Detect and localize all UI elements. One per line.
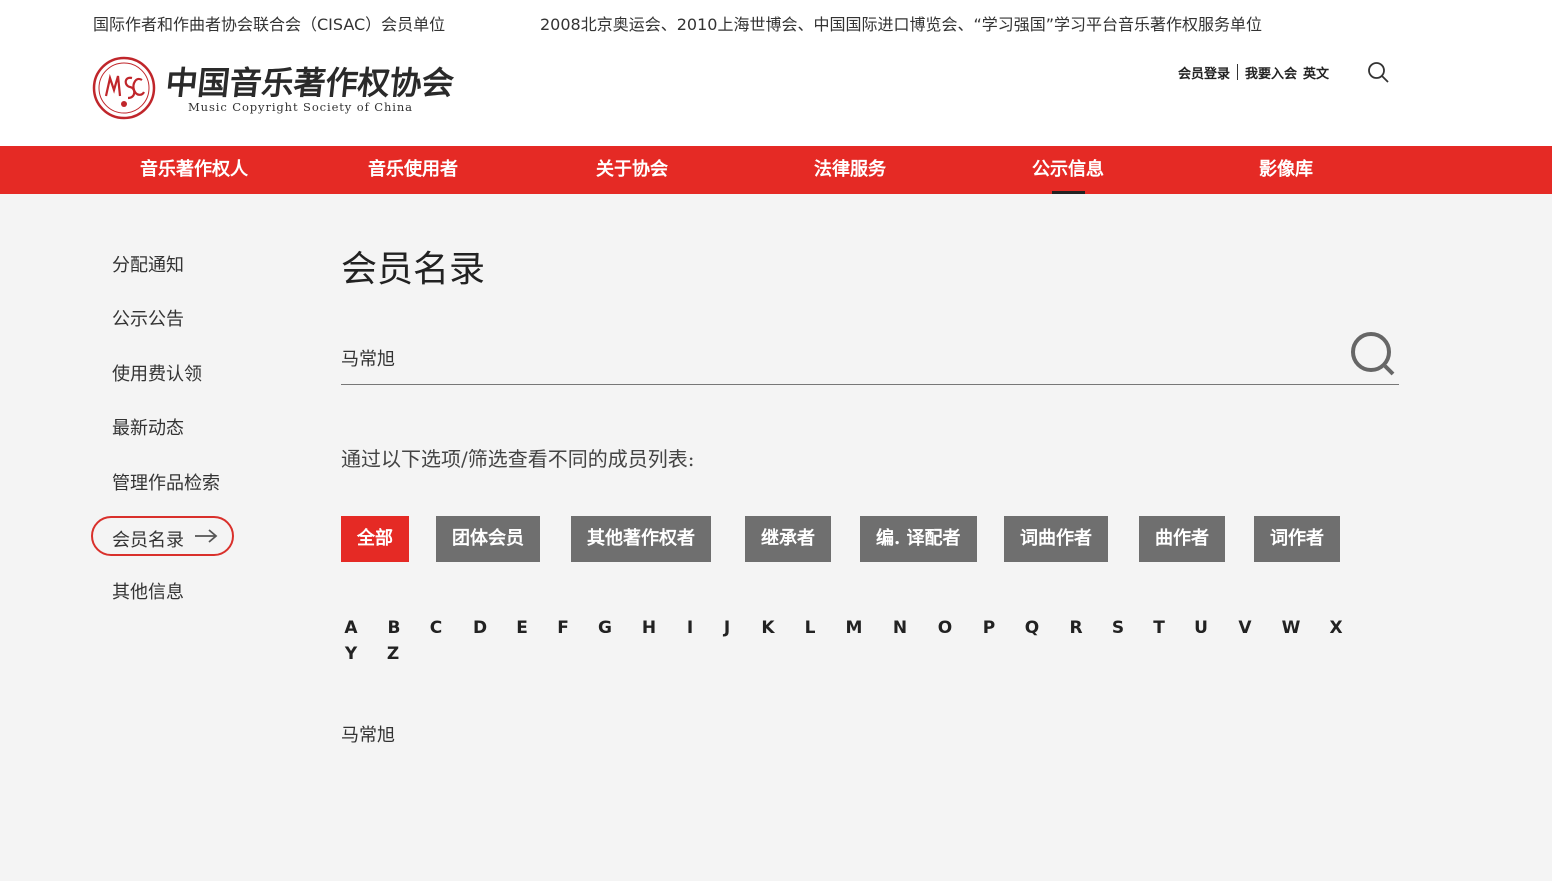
sidebar-item-member-directory[interactable]: 会员名录 — [91, 516, 234, 556]
letter-filter-c[interactable]: C — [424, 618, 448, 638]
letter-filter-a[interactable]: A — [339, 618, 363, 638]
nav-item-copyright-owners[interactable]: 音乐著作权人 — [140, 146, 248, 194]
join-link[interactable]: 我要入会 — [1245, 63, 1297, 82]
sidebar-item-label: 会员名录 — [112, 530, 184, 551]
filter-group-members-button[interactable]: 团体会员 — [436, 516, 540, 562]
filter-other-rights-holders-button[interactable]: 其他著作权者 — [571, 516, 711, 562]
member-search-bar — [341, 330, 1399, 385]
filter-hint: 通过以下选项/筛选查看不同的成员列表: — [341, 447, 695, 471]
sidebar-item-latest-news[interactable]: 最新动态 — [112, 414, 184, 440]
letter-filter-l[interactable]: L — [798, 618, 822, 638]
search-icon[interactable] — [1366, 60, 1390, 84]
letter-filter-d[interactable]: D — [468, 618, 492, 638]
filter-songwriters-button[interactable]: 词曲作者 — [1004, 516, 1108, 562]
letter-filter-j[interactable]: J — [715, 618, 739, 638]
letter-filter-k[interactable]: K — [756, 618, 780, 638]
sidebar-item-distribution-notice[interactable]: 分配通知 — [112, 251, 184, 277]
letter-filter-i[interactable]: I — [678, 618, 702, 638]
nav-item-about[interactable]: 关于协会 — [596, 146, 668, 194]
letter-filter-g[interactable]: G — [593, 618, 617, 638]
letter-filter-x[interactable]: X — [1324, 618, 1348, 638]
logo-english-name: Music Copyright Society of China — [188, 100, 413, 114]
site-header: 国际作者和作曲者协会联合会（CISAC）会员单位 2008北京奥运会、2010上… — [0, 0, 1552, 146]
header-tagline-left: 国际作者和作曲者协会联合会（CISAC）会员单位 — [93, 15, 446, 34]
member-result-item[interactable]: 马常旭 — [341, 721, 395, 747]
arrow-right-icon — [195, 529, 218, 543]
letter-filter-o[interactable]: O — [933, 618, 957, 638]
letter-filter-n[interactable]: N — [888, 618, 912, 638]
letter-filter-q[interactable]: Q — [1020, 618, 1044, 638]
letter-filter-p[interactable]: P — [977, 618, 1001, 638]
letter-filter-y[interactable]: Y — [339, 644, 363, 664]
letter-filter-w[interactable]: W — [1279, 618, 1303, 638]
nav-item-public-info[interactable]: 公示信息 — [1032, 146, 1104, 194]
filter-heirs-button[interactable]: 继承者 — [745, 516, 831, 562]
letter-filter-b[interactable]: B — [382, 618, 406, 638]
filter-lyricists-button[interactable]: 词作者 — [1254, 516, 1340, 562]
letter-filter-f[interactable]: F — [551, 618, 575, 638]
search-icon[interactable] — [1349, 330, 1399, 378]
letter-filter-r[interactable]: R — [1064, 618, 1088, 638]
letter-filter-z[interactable]: Z — [381, 644, 405, 664]
sidebar-item-works-search[interactable]: 管理作品检索 — [112, 469, 220, 495]
letter-filter-u[interactable]: U — [1189, 618, 1213, 638]
sidebar-item-announcements[interactable]: 公示公告 — [112, 305, 184, 331]
page-title: 会员名录 — [341, 249, 486, 290]
sidebar-item-other-info[interactable]: 其他信息 — [112, 578, 184, 604]
filter-all-button[interactable]: 全部 — [341, 516, 409, 562]
language-english-link[interactable]: 英文 — [1303, 63, 1329, 82]
nav-item-media-library[interactable]: 影像库 — [1259, 146, 1313, 194]
nav-item-music-users[interactable]: 音乐使用者 — [368, 146, 458, 194]
filter-arrangers-button[interactable]: 编. 译配者 — [860, 516, 977, 562]
nav-item-legal-services[interactable]: 法律服务 — [814, 146, 886, 194]
member-search-input[interactable] — [341, 342, 1321, 374]
header-utility-links: 会员登录 我要入会 英文 — [1178, 63, 1329, 82]
link-divider — [1237, 64, 1239, 80]
main-navigation: 音乐著作权人 音乐使用者 关于协会 法律服务 公示信息 影像库 — [0, 146, 1552, 194]
filter-composers-button[interactable]: 曲作者 — [1139, 516, 1225, 562]
letter-filter-e[interactable]: E — [510, 618, 534, 638]
member-login-link[interactable]: 会员登录 — [1178, 63, 1230, 82]
letter-filter-m[interactable]: M — [842, 618, 866, 638]
mcsc-emblem-icon — [92, 56, 156, 120]
header-tagline-right: 2008北京奥运会、2010上海世博会、中国国际进口博览会、“学习强国”学习平台… — [540, 15, 1263, 34]
letter-filter-h[interactable]: H — [637, 618, 661, 638]
letter-filter-s[interactable]: S — [1106, 618, 1130, 638]
sidebar-item-fee-claim[interactable]: 使用费认领 — [112, 360, 202, 386]
letter-filter-v[interactable]: V — [1233, 618, 1257, 638]
letter-filter-t[interactable]: T — [1147, 618, 1171, 638]
site-logo[interactable]: 中国音乐著作权协会 Music Copyright Society of Chi… — [92, 56, 456, 122]
logo-chinese-name: 中国音乐著作权协会 — [163, 64, 456, 102]
